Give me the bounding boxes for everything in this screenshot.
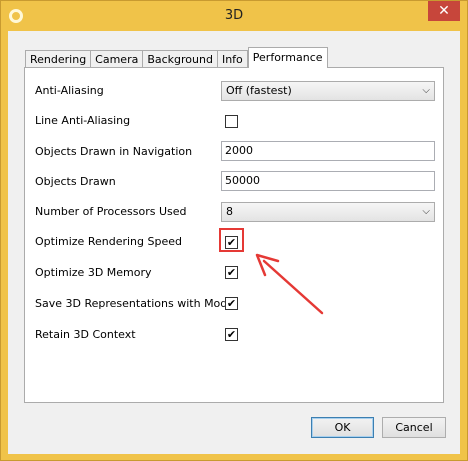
ok-button[interactable]: OK [311,417,374,438]
tab-rendering[interactable]: Rendering [25,50,92,68]
annotation-arrow-icon [255,253,324,315]
close-button[interactable]: ✕ [428,1,460,21]
dialog-client-area: Rendering Camera Background Info Perform… [8,31,460,454]
tab-background[interactable]: Background [142,50,218,68]
tab-strip: Rendering Camera Background Info Perform… [25,46,328,68]
title-bar[interactable]: 3D ✕ [1,1,467,31]
dialog-window: 3D ✕ Rendering Camera Background Info Pe… [0,0,468,461]
window-title: 3D [224,8,244,23]
tab-info[interactable]: Info [216,50,248,68]
tab-camera[interactable]: Camera [90,50,144,68]
close-icon: ✕ [438,3,450,19]
cancel-button[interactable]: Cancel [382,417,446,438]
tab-performance[interactable]: Performance [247,47,328,68]
performance-panel: Anti-Aliasing Off (fastest) ⌵ Line Anti-… [24,67,444,403]
